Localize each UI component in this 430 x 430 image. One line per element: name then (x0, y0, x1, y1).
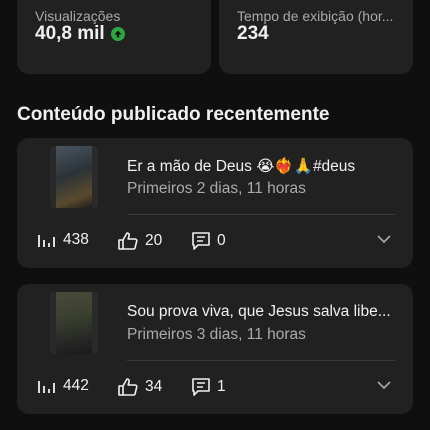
bar-chart-icon (38, 235, 55, 247)
watch-time-value: 234 (237, 23, 269, 44)
video-title[interactable]: Er a mão de Deus 😭❤️‍🔥🙏#deus (127, 157, 392, 176)
video-card[interactable]: Er a mão de Deus 😭❤️‍🔥🙏#deus Primeiros 2… (17, 138, 413, 268)
thumbs-up-icon (118, 378, 138, 396)
video-thumbnail[interactable] (50, 146, 98, 208)
divider (127, 214, 395, 215)
views-count: 438 (63, 231, 89, 248)
divider (127, 360, 395, 361)
likes-metric: 20 (117, 231, 162, 251)
comment-icon (192, 232, 210, 250)
chevron-down-icon[interactable] (377, 234, 391, 244)
likes-count: 34 (145, 378, 163, 395)
views-metric: 442 (37, 377, 89, 395)
likes-metric: 34 (117, 377, 162, 397)
watch-time-stat-card[interactable]: Tempo de exibição (hor... 234 (219, 0, 413, 74)
comment-icon (192, 378, 210, 396)
views-label: Visualizações (35, 8, 121, 24)
views-value: 40,8 mil (35, 23, 105, 44)
chevron-down-icon[interactable] (377, 380, 391, 390)
video-card[interactable]: Sou prova viva, que Jesus salva libe... … (17, 284, 413, 414)
comments-metric: 0 (191, 231, 226, 251)
video-thumbnail[interactable] (50, 292, 98, 354)
comments-count: 0 (217, 232, 226, 249)
bar-chart-icon (38, 381, 55, 393)
thumbs-up-icon (118, 232, 138, 250)
likes-count: 20 (145, 232, 163, 249)
watch-time-label: Tempo de exibição (hor... (237, 8, 394, 24)
views-count: 442 (63, 377, 89, 394)
trend-up-icon (110, 27, 125, 41)
views-metric: 438 (37, 231, 89, 249)
views-value-row: 40,8 mil (35, 23, 125, 45)
comments-count: 1 (217, 378, 226, 395)
video-subtitle: Primeiros 3 dias, 11 horas (127, 326, 306, 343)
section-title: Conteúdo publicado recentemente (17, 104, 330, 125)
comments-metric: 1 (191, 377, 226, 397)
video-title[interactable]: Sou prova viva, que Jesus salva libe... (127, 303, 392, 321)
views-stat-card[interactable]: Visualizações 40,8 mil (17, 0, 211, 74)
video-subtitle: Primeiros 2 dias, 11 horas (127, 180, 306, 197)
